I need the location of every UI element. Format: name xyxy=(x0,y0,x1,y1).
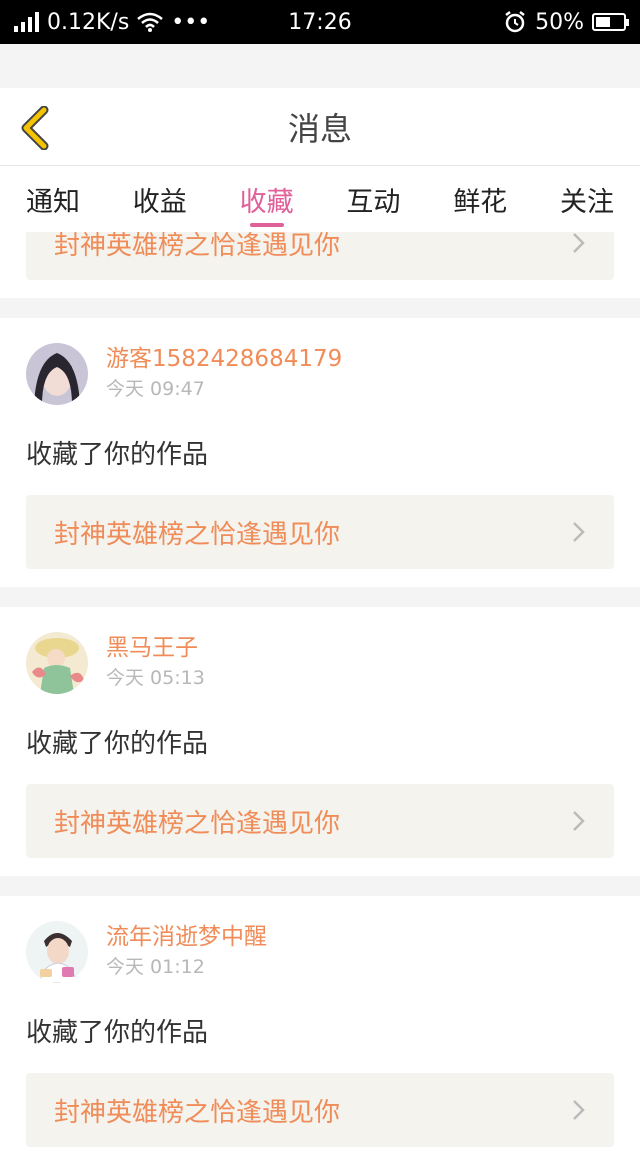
message-list: 封神英雄榜之恰逢遇见你 游客1582428684179 今天 09:47 收藏了… xyxy=(0,232,640,1165)
tab-notifications[interactable]: 通知 xyxy=(26,169,80,229)
alarm-icon xyxy=(505,11,525,33)
user-name[interactable]: 游客1582428684179 xyxy=(106,344,342,374)
app-header: 消息 xyxy=(0,88,640,166)
wifi-icon xyxy=(137,12,164,32)
timestamp: 今天 09:47 xyxy=(106,378,205,400)
battery-percent: 50% xyxy=(535,9,584,35)
chevron-right-icon xyxy=(573,1100,585,1120)
avatar[interactable] xyxy=(26,632,88,694)
work-link[interactable]: 封神英雄榜之恰逢遇见你 xyxy=(26,1073,614,1147)
work-title: 封神英雄榜之恰逢遇见你 xyxy=(54,1097,341,1128)
user-name[interactable]: 黑马王子 xyxy=(106,633,205,663)
list-item: 游客1582428684179 今天 09:47 收藏了你的作品 封神英雄榜之恰… xyxy=(0,318,640,587)
back-chevron-icon xyxy=(21,106,49,150)
tab-follows[interactable]: 关注 xyxy=(560,169,614,229)
list-item: 黑马王子 今天 05:13 收藏了你的作品 封神英雄榜之恰逢遇见你 xyxy=(0,607,640,876)
user-name[interactable]: 流年消逝梦中醒 xyxy=(106,922,267,952)
status-bar: 0.12K/s ••• 17:26 50% xyxy=(0,0,640,44)
work-link[interactable]: 封神英雄榜之恰逢遇见你 xyxy=(26,232,614,280)
timestamp: 今天 05:13 xyxy=(106,667,205,689)
work-title: 封神英雄榜之恰逢遇见你 xyxy=(54,519,341,550)
chevron-right-icon xyxy=(573,811,585,831)
action-text: 收藏了你的作品 xyxy=(26,729,209,759)
work-link[interactable]: 封神英雄榜之恰逢遇见你 xyxy=(26,784,614,858)
work-title: 封神英雄榜之恰逢遇见你 xyxy=(54,808,341,839)
network-speed: 0.12K/s xyxy=(47,9,130,35)
tab-interactions[interactable]: 互动 xyxy=(346,169,400,229)
list-item: 流年消逝梦中醒 今天 01:12 收藏了你的作品 封神英雄榜之恰逢遇见你 xyxy=(0,896,640,1165)
clock: 17:26 xyxy=(288,9,352,35)
tab-bar: 通知 收益 收藏 互动 鲜花 关注 xyxy=(0,166,640,232)
back-button[interactable] xyxy=(14,104,58,152)
more-dots-icon: ••• xyxy=(171,9,211,35)
signal-icon xyxy=(14,12,39,32)
list-item: 封神英雄榜之恰逢遇见你 xyxy=(0,232,640,298)
work-title: 封神英雄榜之恰逢遇见你 xyxy=(54,232,341,261)
page-title: 消息 xyxy=(287,109,352,148)
action-text: 收藏了你的作品 xyxy=(26,1018,209,1048)
timestamp: 今天 01:12 xyxy=(106,956,205,978)
tab-flowers[interactable]: 鲜花 xyxy=(453,169,507,229)
chevron-right-icon xyxy=(573,233,585,253)
battery-icon xyxy=(592,13,629,31)
action-text: 收藏了你的作品 xyxy=(26,440,209,470)
tab-favorites[interactable]: 收藏 xyxy=(240,169,294,229)
tab-earnings[interactable]: 收益 xyxy=(133,169,187,229)
chevron-right-icon xyxy=(573,522,585,542)
avatar[interactable] xyxy=(26,921,88,983)
work-link[interactable]: 封神英雄榜之恰逢遇见你 xyxy=(26,495,614,569)
avatar[interactable] xyxy=(26,343,88,405)
